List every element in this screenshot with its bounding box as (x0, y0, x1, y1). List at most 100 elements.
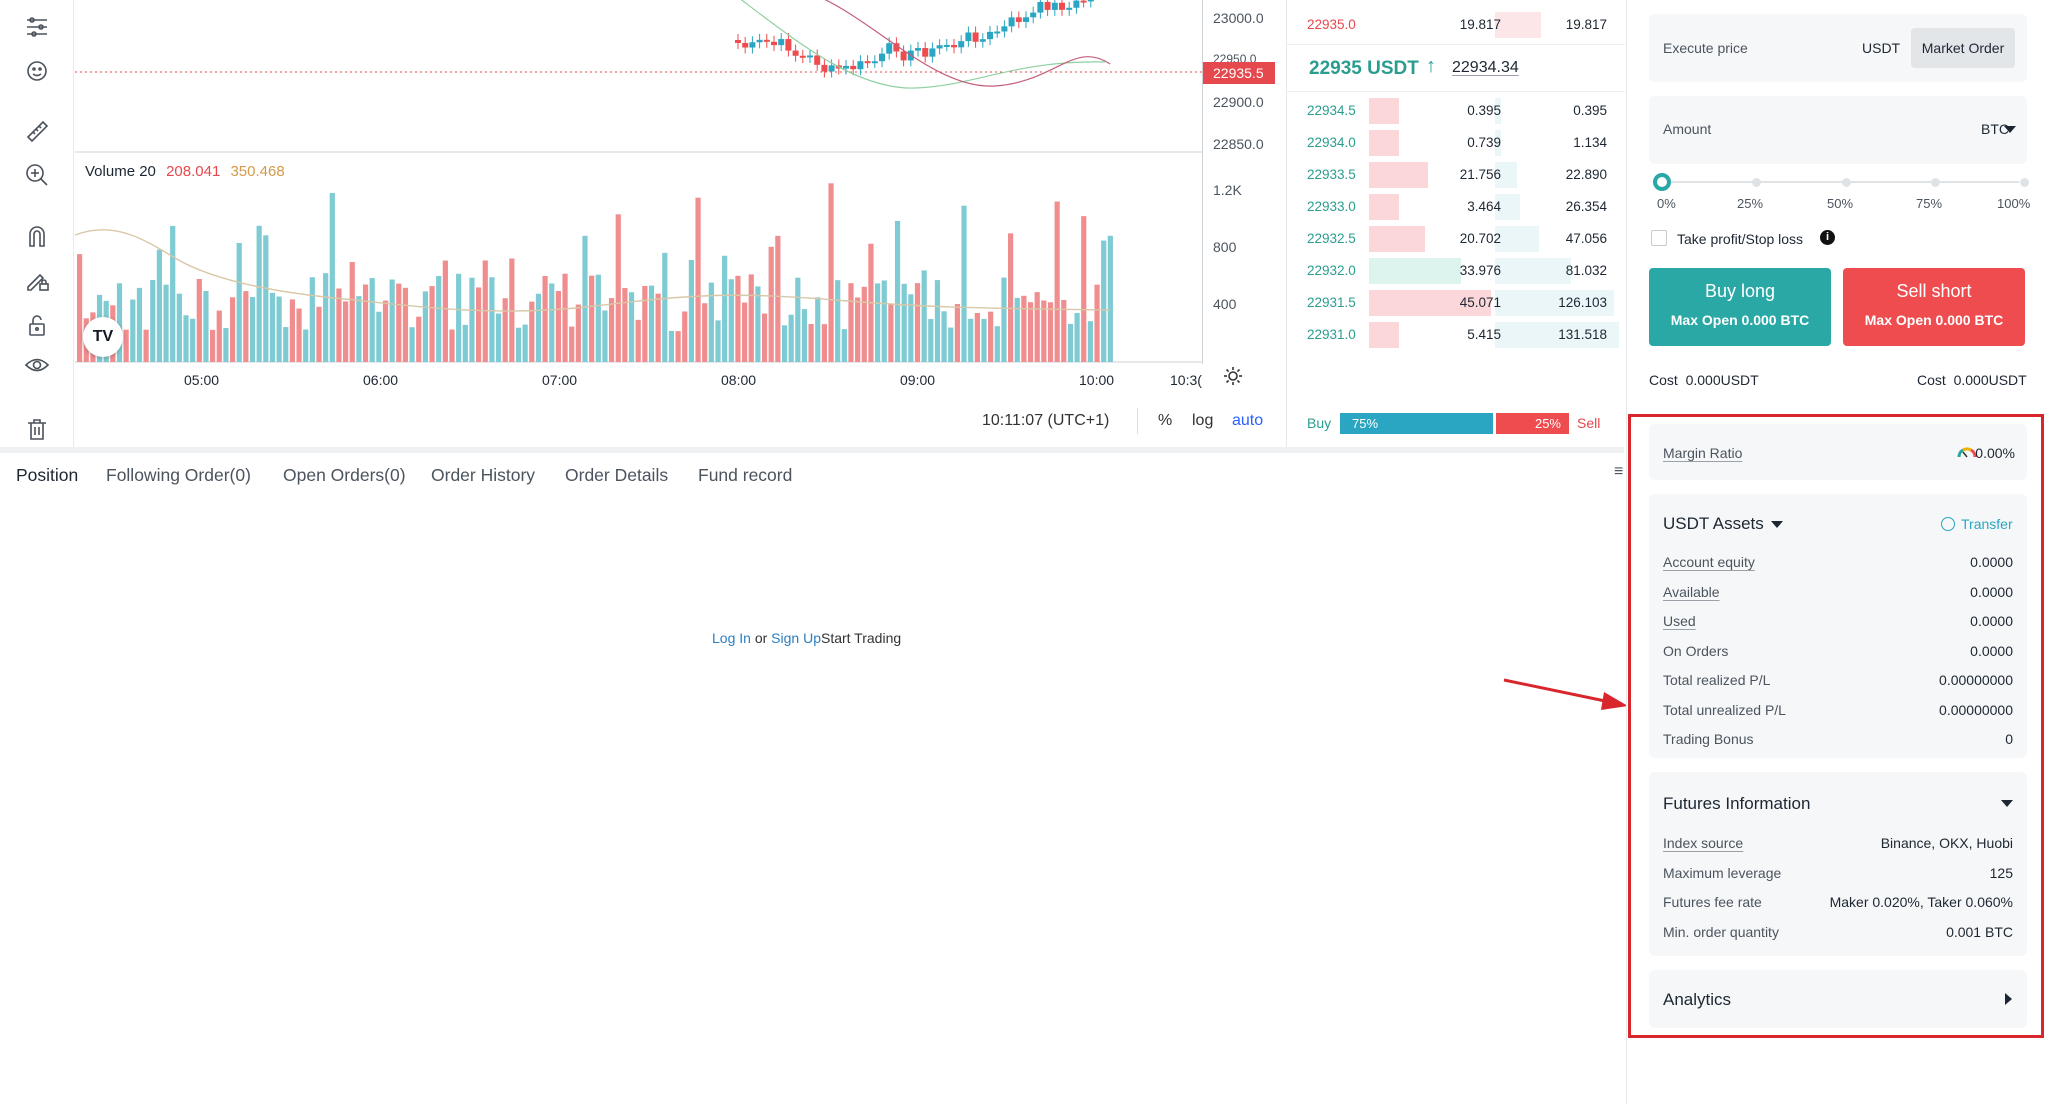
market-order-button[interactable]: Market Order (1911, 28, 2015, 68)
volume-bar (376, 311, 382, 362)
candle (1051, 2, 1058, 10)
auto-scale-toggle[interactable]: auto (1232, 412, 1263, 430)
volume-bar (928, 319, 934, 362)
candle (771, 41, 777, 46)
volume-bar (456, 273, 462, 362)
volume-bar (695, 197, 701, 362)
bid-total: 22.890 (1565, 167, 1607, 182)
tab-order-history[interactable]: Order History (431, 465, 535, 486)
price-chart[interactable]: 05:00 06:00 07:00 08:00 09:00 10:00 10:3( (75, 0, 1285, 448)
volume-bar (961, 205, 967, 362)
candle (958, 41, 965, 48)
magnet-icon[interactable] (20, 219, 54, 253)
bid-size: 0.739 (1467, 135, 1501, 150)
volume-bar (143, 329, 149, 362)
buy-max-open: Max Open 0.000 BTC (1670, 312, 1810, 328)
percent-scale-toggle[interactable]: % (1158, 412, 1172, 430)
size-depth-bar (1369, 98, 1399, 124)
chart-canvas[interactable]: 05:00 06:00 07:00 08:00 09:00 10:00 10:3( (75, 0, 1202, 400)
slider-mark: 25% (1737, 196, 1764, 211)
tab-open-orders[interactable]: Open Orders(0) (283, 465, 406, 486)
mark-price[interactable]: 22934.34 (1452, 59, 1519, 77)
bid-row[interactable]: 22932.5 20.702 47.056 (1287, 224, 1625, 254)
unlock-icon[interactable] (20, 308, 54, 342)
candle (850, 65, 857, 70)
bid-row[interactable]: 22931.5 45.071 126.103 (1287, 288, 1625, 318)
tab-fund-record[interactable]: Fund record (698, 465, 792, 486)
zoom-in-icon[interactable] (20, 158, 54, 192)
tab-following-order[interactable]: Following Order(0) (106, 465, 251, 486)
candle (1015, 17, 1022, 22)
tab-position[interactable]: Position (16, 465, 78, 486)
bid-row[interactable]: 22933.0 3.464 26.354 (1287, 192, 1625, 222)
bid-row[interactable]: 22932.0 33.976 81.032 (1287, 256, 1625, 286)
time-tick: 05:00 (184, 372, 219, 388)
candle (943, 44, 950, 47)
lock-drawing-icon[interactable] (20, 263, 54, 297)
execute-price-label: Execute price (1663, 40, 1748, 56)
login-link[interactable]: Log In (712, 630, 751, 646)
bid-row[interactable]: 22934.5 0.395 0.395 (1287, 96, 1625, 126)
emoji-icon[interactable] (20, 54, 54, 88)
buy-long-button[interactable]: Buy long Max Open 0.000 BTC (1649, 268, 1831, 346)
ruler-icon[interactable] (20, 114, 54, 148)
volume-bar (881, 280, 887, 362)
sell-cost: Cost 0.000USDT (1917, 372, 2027, 388)
slider-tick (1752, 178, 1761, 187)
log-scale-toggle[interactable]: log (1192, 412, 1213, 430)
volume-bar (476, 287, 482, 362)
bid-price: 22933.0 (1307, 199, 1356, 214)
sell-short-button[interactable]: Sell short Max Open 0.000 BTC (1843, 268, 2025, 346)
tradingview-logo[interactable]: TV (83, 317, 123, 357)
candle (756, 39, 763, 43)
tab-order-details[interactable]: Order Details (565, 465, 668, 486)
buy-ratio-bar: 75% (1340, 413, 1494, 434)
candle (922, 48, 929, 57)
bid-row[interactable]: 22934.0 0.739 1.134 (1287, 128, 1625, 158)
bid-total: 47.056 (1565, 231, 1607, 246)
volume-bar (1054, 201, 1060, 362)
depth-bar (1495, 12, 1541, 38)
volume-value: 208.041 (166, 163, 221, 180)
volume-bar (722, 255, 728, 362)
volume-label: Volume 20 (85, 163, 156, 180)
volume-bar (229, 297, 236, 362)
volume-bar (888, 304, 894, 362)
slider-mark: 100% (1997, 196, 2031, 211)
ask-row[interactable]: 22935.0 19.817 19.817 (1287, 10, 1625, 40)
unit-dropdown-icon[interactable] (2004, 126, 2016, 133)
amount-input[interactable]: Amount BTC (1649, 96, 2027, 164)
volume-bar (688, 260, 694, 362)
volume-bar (775, 235, 781, 362)
volume-bar (436, 276, 442, 362)
candle (1073, 0, 1080, 8)
volume-bar (682, 311, 688, 362)
menu-icon[interactable]: ≡ (1614, 463, 1623, 481)
total-depth-bar (1495, 226, 1540, 252)
indicators-icon[interactable] (20, 10, 54, 44)
tpsl-checkbox[interactable] (1651, 230, 1667, 246)
bid-price: 22934.5 (1307, 103, 1356, 118)
bid-total: 131.518 (1558, 327, 1607, 342)
bid-row[interactable]: 22931.0 5.415 131.518 (1287, 320, 1625, 350)
slider-thumb[interactable] (1653, 173, 1671, 191)
volume-bar (309, 277, 315, 362)
slider-track (1661, 181, 2019, 183)
candle (763, 39, 770, 42)
volume-bar (276, 296, 282, 362)
volume-bar (702, 303, 708, 362)
info-icon[interactable]: i (1820, 230, 1835, 245)
volume-bar (675, 331, 681, 362)
candle (857, 61, 864, 70)
bid-price: 22933.5 (1307, 167, 1356, 182)
bid-row[interactable]: 22933.5 21.756 22.890 (1287, 160, 1625, 190)
trash-icon[interactable] (20, 412, 54, 446)
volume-bar (156, 249, 162, 362)
chart-settings-icon[interactable] (1223, 366, 1243, 386)
volume-bar (555, 291, 561, 362)
total-depth-bar (1495, 258, 1572, 284)
signup-link[interactable]: Sign Up (771, 630, 821, 646)
candle (1023, 17, 1029, 22)
eye-icon[interactable] (20, 348, 54, 382)
bid-size: 20.702 (1459, 231, 1501, 246)
